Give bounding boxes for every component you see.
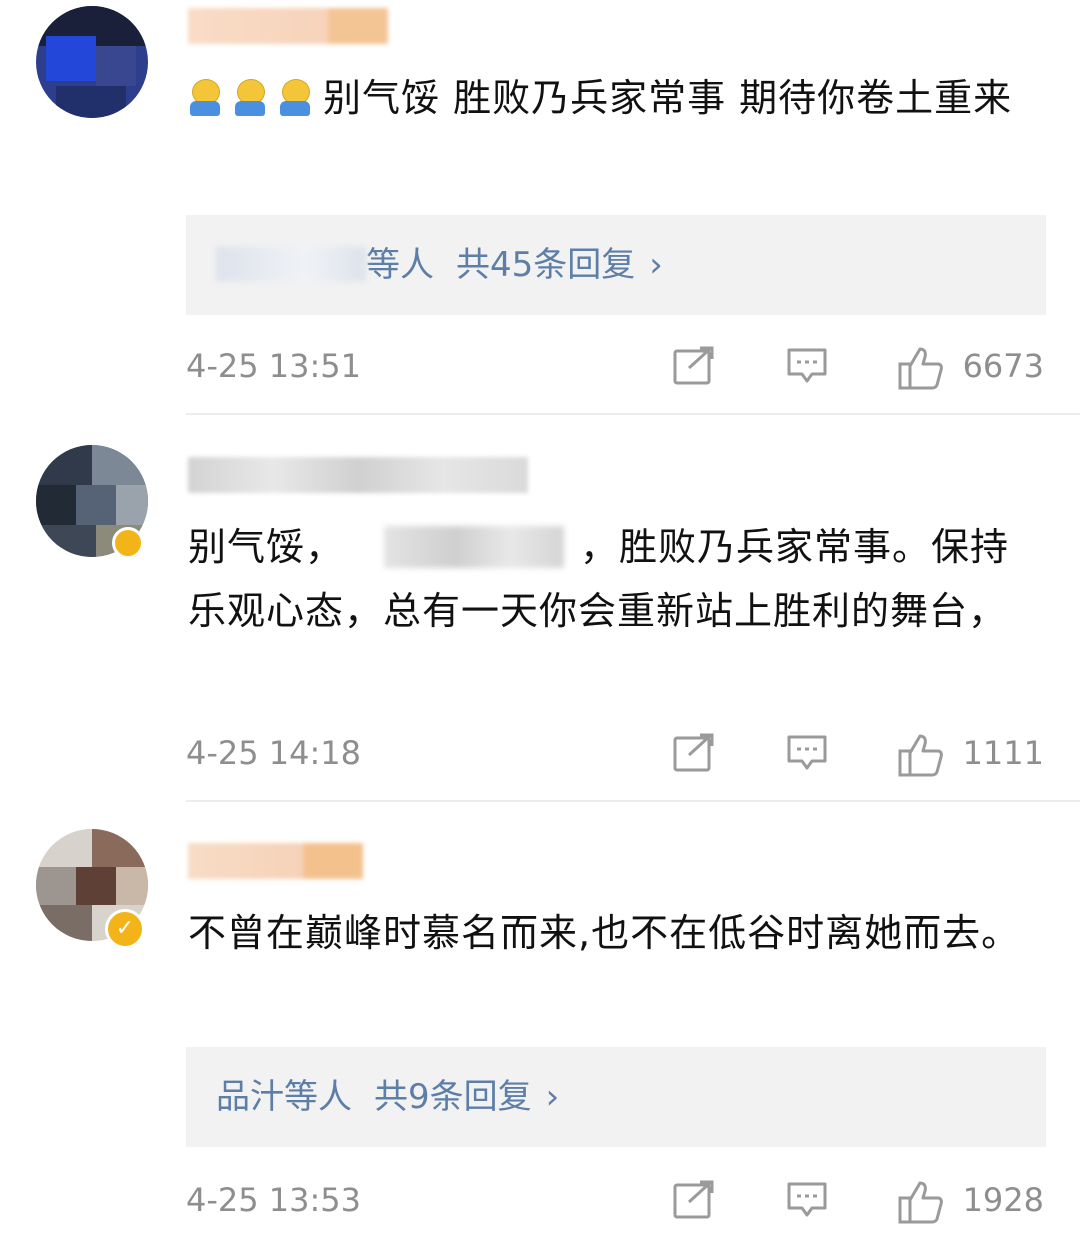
chevron-right-icon[interactable]: › [649,215,663,315]
username[interactable] [188,8,388,44]
share-icon[interactable] [672,733,714,777]
comment-text-content: 别气馁 胜败乃兵家常事 期待你卷土重来 [323,76,1013,120]
like-count: 1111 [962,734,1044,772]
comment-item: 别气馁 胜败乃兵家常事 期待你卷土重来 等人 共45条回复 › 4-25 13:51… [0,0,1080,415]
smiley-emoji-icon [188,79,222,117]
thumbs-up-icon[interactable] [898,733,944,781]
reply-summary[interactable]: 等人 共45条回复 › [186,215,1046,315]
reply-summary[interactable]: 品汁等人 共9条回复 › [186,1047,1046,1147]
comment-meta: 4-25 13:51 6673 [186,342,1046,390]
username[interactable] [188,457,528,493]
comment-item: 别气馁， ，胜败乃兵家常事。保持乐观心态，总有一天你会重新站上胜利的舞台， 4-2… [0,415,1080,803]
comment-meta: 4-25 14:18 1111 [186,729,1046,777]
comment-icon[interactable] [786,1180,828,1224]
comment-text-part: 别气馁， [188,525,345,569]
reply-users-label: 等人 [366,245,434,285]
timestamp: 4-25 13:53 [186,1181,362,1219]
avatar[interactable] [36,6,148,118]
divider [186,800,1080,802]
comment-text: 别气馁 胜败乃兵家常事 期待你卷土重来 [188,66,1048,130]
comment-item: ✓ 不曾在巅峰时慕名而来,也不在低谷时离她而去。 品汁等人 共9条回复 › 4-25… [0,803,1080,1237]
comment-icon[interactable] [786,733,828,777]
reply-count-link[interactable]: 共45条回复 [456,245,635,285]
reply-username[interactable] [216,246,366,282]
verified-badge-icon [112,527,144,559]
username[interactable] [188,843,363,879]
comment-meta: 4-25 13:53 1928 [186,1176,1046,1224]
reply-count-link[interactable]: 共9条回复 [374,1077,532,1117]
share-icon[interactable] [672,346,714,390]
like-count: 6673 [962,347,1044,385]
like-count: 1928 [962,1181,1044,1219]
comment-text: 别气馁， ，胜败乃兵家常事。保持乐观心态，总有一天你会重新站上胜利的舞台， [188,515,1048,643]
smiley-emoji-icon [233,79,267,117]
chevron-right-icon[interactable]: › [546,1047,560,1147]
thumbs-up-icon[interactable] [898,346,944,394]
share-icon[interactable] [672,1180,714,1224]
verified-badge-icon: ✓ [105,909,145,949]
smiley-emoji-icon [278,79,312,117]
comment-icon[interactable] [786,346,828,390]
timestamp: 4-25 13:51 [186,347,362,385]
comment-text: 不曾在巅峰时慕名而来,也不在低谷时离她而去。 [188,911,1021,955]
reply-users-label[interactable]: 品汁等人 [216,1077,352,1117]
thumbs-up-icon[interactable] [898,1180,944,1228]
timestamp: 4-25 14:18 [186,734,362,772]
mention-blurred[interactable] [384,526,565,568]
